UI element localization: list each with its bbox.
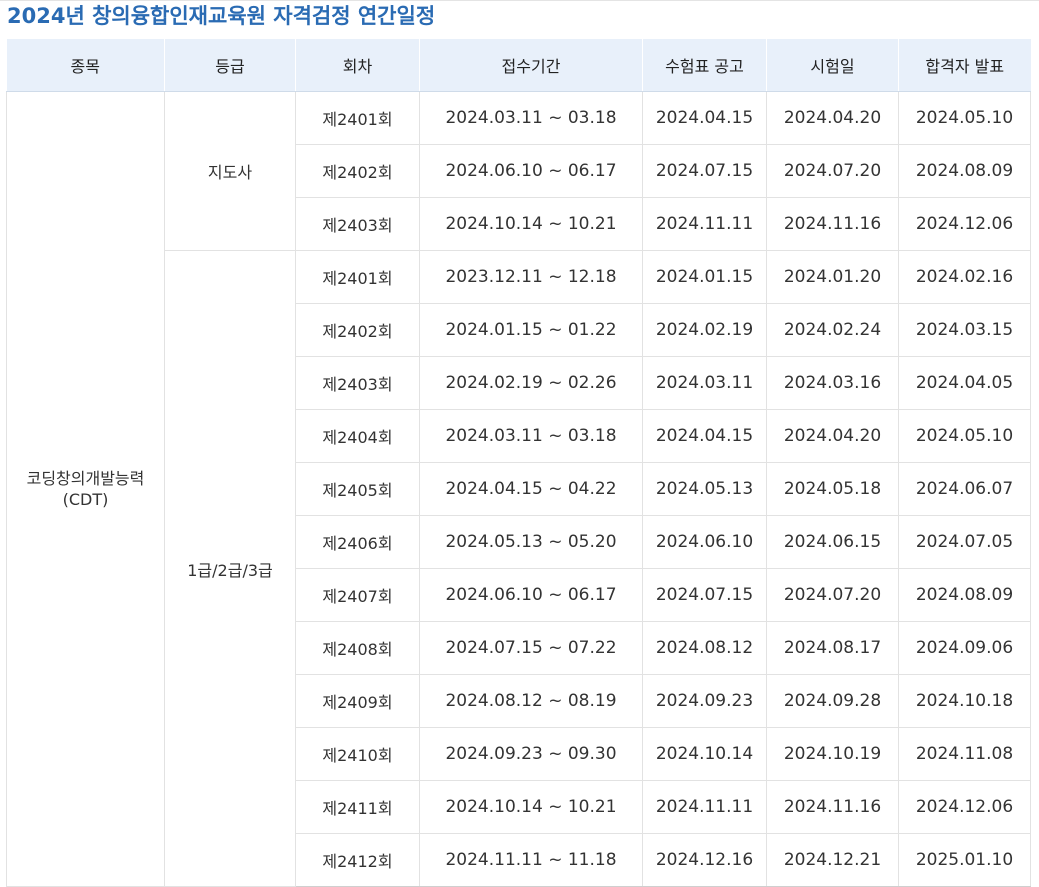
period-cell: 2024.11.11 ~ 11.18: [419, 833, 643, 887]
ticket-cell: 2024.11.11: [642, 197, 767, 251]
ticket-cell: 2024.03.11: [642, 356, 767, 410]
exam-cell: 2024.04.20: [766, 409, 899, 463]
ticket-cell: 2024.04.15: [642, 409, 767, 463]
table-row: 코딩창의개발능력 (CDT) 지도사 제2401회 2024.03.11 ~ 03.18…: [6, 91, 1031, 887]
ticket-cell: 2024.07.15: [642, 568, 767, 622]
exam-cell: 2024.01.20: [766, 250, 899, 304]
ticket-cell: 2024.10.14: [642, 727, 767, 781]
round-cell: 제2402회: [295, 144, 420, 198]
header-subject: 종목: [6, 39, 165, 92]
round-cell: 제2405회: [295, 462, 420, 516]
result-cell: 2024.11.08: [898, 727, 1031, 781]
result-cell: 2024.12.06: [898, 197, 1031, 251]
result-cell: 2024.02.16: [898, 250, 1031, 304]
ticket-cell: 2024.08.12: [642, 621, 767, 675]
result-cell: 2024.06.07: [898, 462, 1031, 516]
round-cell: 제2403회: [295, 356, 420, 410]
header-result: 합격자 발표: [898, 39, 1031, 92]
result-cell: 2024.09.06: [898, 621, 1031, 675]
round-cell: 제2401회: [295, 91, 420, 145]
period-cell: 2024.06.10 ~ 06.17: [419, 144, 643, 198]
ticket-cell: 2024.12.16: [642, 833, 767, 887]
period-cell: 2024.10.14 ~ 10.21: [419, 197, 643, 251]
exam-cell: 2024.07.20: [766, 144, 899, 198]
result-cell: 2024.05.10: [898, 409, 1031, 463]
result-cell: 2024.03.15: [898, 303, 1031, 357]
result-cell: 2025.01.10: [898, 833, 1031, 887]
round-cell: 제2411회: [295, 780, 420, 834]
header-exam: 시험일: [766, 39, 899, 92]
round-cell: 제2407회: [295, 568, 420, 622]
exam-cell: 2024.07.20: [766, 568, 899, 622]
round-cell: 제2412회: [295, 833, 420, 887]
grade-cell: 지도사: [164, 91, 296, 251]
exam-cell: 2024.10.19: [766, 727, 899, 781]
round-cell: 제2406회: [295, 515, 420, 569]
ticket-cell: 2024.09.23: [642, 674, 767, 728]
exam-cell: 2024.12.21: [766, 833, 899, 887]
period-cell: 2024.03.11 ~ 03.18: [419, 91, 643, 145]
exam-cell: 2024.11.16: [766, 197, 899, 251]
round-cell: 제2403회: [295, 197, 420, 251]
table-body: 코딩창의개발능력 (CDT) 지도사 제2401회 2024.03.11 ~ 03.18…: [6, 91, 1031, 887]
result-cell: 2024.07.05: [898, 515, 1031, 569]
ticket-cell: 2024.07.15: [642, 144, 767, 198]
result-cell: 2024.04.05: [898, 356, 1031, 410]
header-round: 회차: [295, 39, 420, 92]
grade-cell: 1급/2급/3급: [164, 250, 296, 887]
period-cell: 2024.02.19 ~ 02.26: [419, 356, 643, 410]
title-divider: [0, 0, 1039, 1]
period-cell: 2024.09.23 ~ 09.30: [419, 727, 643, 781]
period-cell: 2024.01.15 ~ 01.22: [419, 303, 643, 357]
header-grade: 등급: [164, 39, 296, 92]
ticket-cell: 2024.05.13: [642, 462, 767, 516]
result-cell: 2024.12.06: [898, 780, 1031, 834]
period-cell: 2024.04.15 ~ 04.22: [419, 462, 643, 516]
round-cell: 제2401회: [295, 250, 420, 304]
exam-cell: 2024.11.16: [766, 780, 899, 834]
subject-code: (CDT): [62, 490, 109, 509]
table-header-row: 종목 등급 회차 접수기간 수험표 공고 시험일 합격자 발표: [6, 39, 1031, 92]
exam-cell: 2024.08.17: [766, 621, 899, 675]
period-cell: 2024.05.13 ~ 05.20: [419, 515, 643, 569]
round-cell: 제2410회: [295, 727, 420, 781]
result-cell: 2024.08.09: [898, 144, 1031, 198]
period-cell: 2023.12.11 ~ 12.18: [419, 250, 643, 304]
exam-cell: 2024.05.18: [766, 462, 899, 516]
ticket-cell: 2024.06.10: [642, 515, 767, 569]
period-cell: 2024.03.11 ~ 03.18: [419, 409, 643, 463]
exam-cell: 2024.06.15: [766, 515, 899, 569]
exam-cell: 2024.02.24: [766, 303, 899, 357]
header-ticket: 수험표 공고: [642, 39, 767, 92]
round-cell: 제2409회: [295, 674, 420, 728]
round-cell: 제2402회: [295, 303, 420, 357]
ticket-cell: 2024.02.19: [642, 303, 767, 357]
subject-name: 코딩창의개발능력: [26, 469, 145, 488]
period-cell: 2024.06.10 ~ 06.17: [419, 568, 643, 622]
result-cell: 2024.08.09: [898, 568, 1031, 622]
period-cell: 2024.10.14 ~ 10.21: [419, 780, 643, 834]
round-cell: 제2408회: [295, 621, 420, 675]
ticket-cell: 2024.01.15: [642, 250, 767, 304]
result-cell: 2024.10.18: [898, 674, 1031, 728]
ticket-cell: 2024.04.15: [642, 91, 767, 145]
exam-cell: 2024.04.20: [766, 91, 899, 145]
subject-cell: 코딩창의개발능력 (CDT): [6, 91, 165, 887]
result-cell: 2024.05.10: [898, 91, 1031, 145]
header-period: 접수기간: [419, 39, 643, 92]
round-cell: 제2404회: [295, 409, 420, 463]
ticket-cell: 2024.11.11: [642, 780, 767, 834]
page-title: 2024년 창의융합인재교육원 자격검정 연간일정: [7, 4, 436, 28]
period-cell: 2024.07.15 ~ 07.22: [419, 621, 643, 675]
exam-cell: 2024.09.28: [766, 674, 899, 728]
exam-cell: 2024.03.16: [766, 356, 899, 410]
period-cell: 2024.08.12 ~ 08.19: [419, 674, 643, 728]
schedule-table: 종목 등급 회차 접수기간 수험표 공고 시험일 합격자 발표 코딩창의개발능력…: [6, 39, 1031, 887]
